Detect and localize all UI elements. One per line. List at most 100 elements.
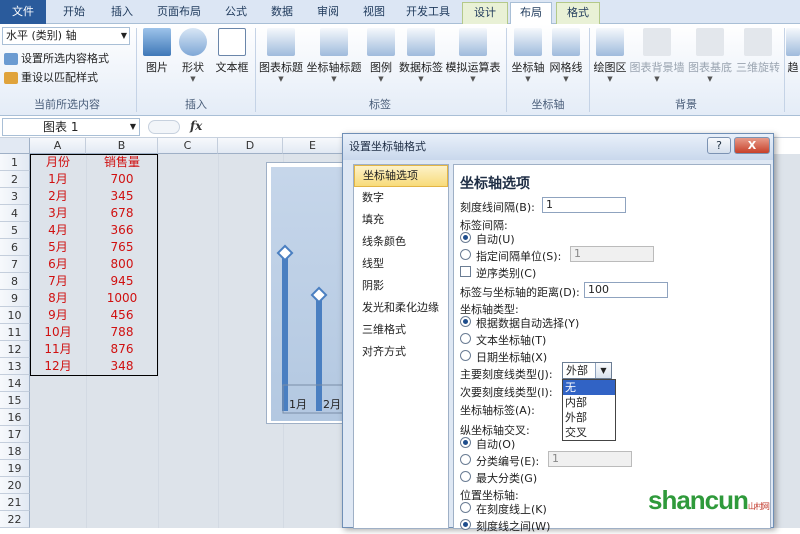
tab-home[interactable]: 开始 <box>52 2 96 24</box>
select-all-corner[interactable] <box>0 138 30 154</box>
category-item[interactable]: 填充 <box>354 209 448 231</box>
tab-design[interactable]: 设计 <box>462 2 508 24</box>
tab-data[interactable]: 数据 <box>260 2 304 24</box>
specify-interval-input[interactable]: 1 <box>570 246 654 262</box>
axis-type-auto-radio[interactable] <box>460 316 471 327</box>
plot-area-icon <box>596 28 624 56</box>
tab-review[interactable]: 审阅 <box>306 2 350 24</box>
row-header[interactable]: 20 <box>0 477 30 494</box>
chart-title-button[interactable]: 图表标题 ▼ <box>258 28 304 83</box>
format-axis-dialog: 设置坐标轴格式 ? X 坐标轴选项 数字 填充 线条颜色 线型 阴影 发光和柔化边缘 三维格式… <box>342 133 774 533</box>
picture-button[interactable]: 图片 <box>140 28 174 75</box>
row-header[interactable]: 14 <box>0 375 30 392</box>
major-tick-combo[interactable]: 外部 ▼ <box>562 362 612 379</box>
chevron-down-icon: ▼ <box>470 75 476 83</box>
legend-button[interactable]: 图例 ▼ <box>364 28 398 83</box>
axis-type-date-radio[interactable] <box>460 350 471 361</box>
tab-layout[interactable]: 布局 <box>510 2 552 25</box>
row-header[interactable]: 1 <box>0 154 30 171</box>
axis-type-text-radio[interactable] <box>460 333 471 344</box>
help-button[interactable]: ? <box>707 137 731 154</box>
label-distance-input[interactable]: 100 <box>584 282 668 298</box>
row-header[interactable]: 22 <box>0 511 30 528</box>
tick-interval-label: 刻度线间隔(B): <box>460 201 535 214</box>
axis-title-button[interactable]: 坐标轴标题 ▼ <box>306 28 362 83</box>
cross-max-radio[interactable] <box>460 471 471 482</box>
chart-floor-button[interactable]: 图表基底 ▼ <box>686 28 734 83</box>
tick-interval-input[interactable]: 1 <box>542 197 626 213</box>
row-header[interactable]: 16 <box>0 409 30 426</box>
dropdown-option-inside[interactable]: 内部 <box>563 395 615 410</box>
category-item[interactable]: 三维格式 <box>354 319 448 341</box>
category-item[interactable]: 线型 <box>354 253 448 275</box>
reset-style-button[interactable]: 重设以匹配样式 <box>4 69 98 87</box>
label-interval-auto-radio[interactable] <box>460 232 471 243</box>
axis-label-feb: 2月 <box>323 398 341 411</box>
dropdown-option-cross[interactable]: 交叉 <box>563 425 615 440</box>
row-header[interactable]: 5 <box>0 222 30 239</box>
gridlines-button[interactable]: 网格线 ▼ <box>548 28 584 83</box>
row-header[interactable]: 19 <box>0 460 30 477</box>
between-tick-radio[interactable] <box>460 519 471 530</box>
data-table-button[interactable]: 模拟运算表 ▼ <box>444 28 502 83</box>
function-icon[interactable]: fx <box>190 119 202 133</box>
specify-interval-radio[interactable] <box>460 249 471 260</box>
between-tick-label: 刻度线之间(W) <box>476 520 551 533</box>
name-box[interactable]: 图表 1 ▼ <box>2 118 140 136</box>
reverse-order-checkbox[interactable] <box>460 266 471 277</box>
chart-wall-button[interactable]: 图表背景墙 ▼ <box>628 28 686 83</box>
col-header-a[interactable]: A <box>30 138 86 154</box>
selection-combo[interactable]: 水平 (类别) 轴 ▼ <box>2 27 130 45</box>
tab-view[interactable]: 视图 <box>352 2 396 24</box>
rotation-button[interactable]: 三维旋转 <box>734 28 782 75</box>
tab-page-layout[interactable]: 页面布局 <box>148 2 210 24</box>
row-header[interactable]: 7 <box>0 256 30 273</box>
trendline-button[interactable]: 趋 <box>786 28 800 75</box>
col-header-e[interactable]: E <box>283 138 343 154</box>
row-header[interactable]: 2 <box>0 171 30 188</box>
tab-formulas[interactable]: 公式 <box>214 2 258 24</box>
dropdown-option-none[interactable]: 无 <box>563 380 615 395</box>
category-item[interactable]: 阴影 <box>354 275 448 297</box>
row-header[interactable]: 8 <box>0 273 30 290</box>
category-item[interactable]: 对齐方式 <box>354 341 448 363</box>
axes-button[interactable]: 坐标轴 ▼ <box>510 28 546 83</box>
row-header[interactable]: 9 <box>0 290 30 307</box>
cross-auto-radio[interactable] <box>460 437 471 448</box>
close-button[interactable]: X <box>734 137 770 154</box>
tab-insert[interactable]: 插入 <box>100 2 144 24</box>
dropdown-option-outside[interactable]: 外部 <box>563 410 615 425</box>
row-header[interactable]: 3 <box>0 188 30 205</box>
chevron-down-icon: ▼ <box>120 31 127 40</box>
format-selection-button[interactable]: 设置所选内容格式 <box>4 50 109 68</box>
textbox-button[interactable]: 文本框 <box>212 28 252 75</box>
row-header[interactable]: 11 <box>0 324 30 341</box>
tab-developer[interactable]: 开发工具 <box>398 2 458 24</box>
cross-category-input[interactable]: 1 <box>548 451 632 467</box>
category-item[interactable]: 数字 <box>354 187 448 209</box>
tab-file[interactable]: 文件 <box>0 0 46 24</box>
plot-area-button[interactable]: 绘图区 ▼ <box>592 28 628 83</box>
row-header[interactable]: 15 <box>0 392 30 409</box>
row-header[interactable]: 4 <box>0 205 30 222</box>
data-labels-button[interactable]: 数据标签 ▼ <box>398 28 444 83</box>
row-header[interactable]: 6 <box>0 239 30 256</box>
row-header[interactable]: 10 <box>0 307 30 324</box>
cross-category-radio[interactable] <box>460 454 471 465</box>
row-header[interactable]: 13 <box>0 358 30 375</box>
col-header-c[interactable]: C <box>158 138 218 154</box>
row-header[interactable]: 12 <box>0 341 30 358</box>
row-header[interactable]: 17 <box>0 426 30 443</box>
tab-format[interactable]: 格式 <box>556 2 600 24</box>
category-item[interactable]: 线条颜色 <box>354 231 448 253</box>
col-header-b[interactable]: B <box>86 138 158 154</box>
category-item[interactable]: 坐标轴选项 <box>354 165 448 187</box>
category-item[interactable]: 发光和柔化边缘 <box>354 297 448 319</box>
shape-button[interactable]: 形状 ▼ <box>176 28 210 83</box>
on-tick-label: 在刻度线上(K) <box>476 503 547 516</box>
col-header-d[interactable]: D <box>218 138 283 154</box>
on-tick-radio[interactable] <box>460 502 471 513</box>
category-list: 坐标轴选项 数字 填充 线条颜色 线型 阴影 发光和柔化边缘 三维格式 对齐方式 <box>353 164 449 529</box>
row-header[interactable]: 21 <box>0 494 30 511</box>
row-header[interactable]: 18 <box>0 443 30 460</box>
